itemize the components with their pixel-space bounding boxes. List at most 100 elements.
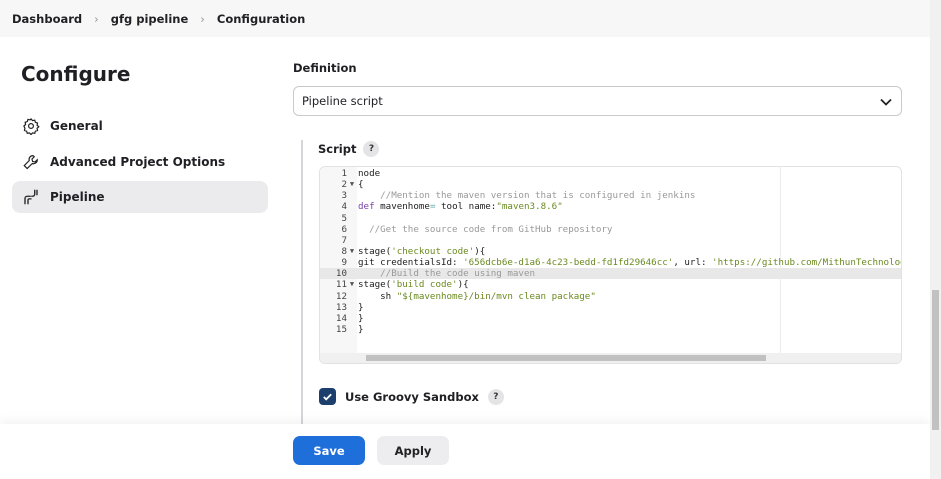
code-token: } [358,301,364,313]
sandbox-label[interactable]: Use Groovy Sandbox [345,390,479,404]
apply-button[interactable]: Apply [377,436,449,465]
bottom-action-bar [0,424,930,479]
line-number: 11 [335,279,347,291]
wrench-icon [23,154,38,169]
code-token: mavenhome [374,201,430,213]
code-lines[interactable]: 1 node 2 ▼{3 //Mention the maven version th… [320,168,901,335]
code-token: , url: [673,257,713,269]
code-token: git credentialsId: [358,257,464,269]
scrollbar-thumb[interactable] [932,290,939,430]
code-line[interactable]: 8 ▼ stage('checkout code'){ [320,246,901,257]
sidebar-item-label: Pipeline [50,190,105,204]
code-line[interactable]: 7 [320,235,901,246]
sidebar-item-label: General [50,119,103,133]
code-token: //Mention the maven version that is conf… [358,190,696,202]
code-token: 'build code' [391,279,458,291]
code-line[interactable]: 5 [320,213,901,224]
code-token: { [358,179,364,191]
code-text: stage('checkout code'){ [357,246,485,257]
breadcrumb-dashboard[interactable]: Dashboard [12,12,82,26]
code-text: } [357,302,364,313]
code-line[interactable]: 11 ▼ stage('build code'){ [320,279,901,290]
line-number: 12 [335,290,347,302]
code-token: tool name: [435,201,497,213]
code-line[interactable]: 1 node [320,168,901,179]
fold-arrow-icon[interactable]: ▼ [347,246,357,257]
code-token: '656dcb6e-d1a6-4c23-bedd-fd1fd29646cc' [463,257,674,269]
code-token: "maven3.8.6" [496,201,563,213]
code-line[interactable]: 15} [320,324,901,335]
code-token: //Build the code using maven [358,268,536,280]
definition-select[interactable]: Pipeline script [293,86,902,116]
code-token: def [358,201,375,213]
line-number: 1 [341,168,347,179]
code-line[interactable]: 10 //Build the code using maven [320,268,901,280]
scrollbar-thumb[interactable] [366,355,766,361]
definition-label: Definition [293,61,357,75]
checkmark-icon [323,393,332,401]
code-text: //Get the source code from GitHub reposi… [357,224,612,235]
line-number: 8 [341,245,347,257]
code-token: ){ [457,279,469,291]
help-icon[interactable]: ? [487,388,504,405]
code-token: "${mavenhome}/bin/mvn clean package" [396,290,596,302]
script-editor[interactable]: 1 node 2 ▼{3 //Mention the maven version th… [319,166,902,364]
code-line[interactable]: 14} [320,313,901,324]
code-token: stage( [358,245,392,257]
fold-arrow-icon[interactable]: ▼ [347,279,357,290]
gear-icon [23,117,40,135]
line-number: 3 [341,190,347,202]
code-token: //Get the source code from GitHub reposi… [358,223,613,235]
code-line[interactable]: 4 def mavenhome= tool name:"maven3.8.6" [320,201,901,212]
code-line[interactable]: 9 git credentialsId: '656dcb6e-d1a6-4c23-… [320,257,901,268]
script-label: Script [318,142,357,156]
sidebar-item-label: Advanced Project Options [50,154,226,169]
code-token: node [358,168,381,179]
code-text: //Build the code using maven [357,268,535,279]
sidebar-item-advanced[interactable]: Advanced Project Options [12,146,268,178]
line-number: 7 [341,234,347,246]
code-line[interactable]: 13} [320,302,901,313]
help-icon[interactable]: ? [363,141,380,157]
breadcrumb-configuration[interactable]: Configuration [217,12,305,26]
chevron-right-icon: › [200,11,205,26]
code-token: stage( [358,279,392,291]
code-token: ){ [474,245,486,257]
code-line[interactable]: 2 ▼{ [320,179,901,190]
horizontal-scrollbar[interactable] [320,353,901,363]
chevron-down-icon [880,98,892,106]
sandbox-checkbox[interactable] [319,388,336,405]
code-line[interactable]: 6 //Get the source code from GitHub repo… [320,224,901,235]
save-button[interactable]: Save [293,436,365,465]
fold-arrow-icon[interactable]: ▼ [347,179,357,190]
line-number: 14 [335,312,347,324]
code-line[interactable]: 12 sh "${mavenhome}/bin/mvn clean packag… [320,291,901,302]
breadcrumb-job[interactable]: gfg pipeline [111,12,189,26]
code-text: def mavenhome= tool name:"maven3.8.6" [357,201,563,212]
code-token: } [358,323,364,335]
line-number: 6 [341,223,347,235]
groovy-sandbox-option: Use Groovy Sandbox ? [319,388,504,405]
code-text: sh "${mavenhome}/bin/mvn clean package" [357,291,596,302]
line-number: 2 [341,179,347,191]
line-number: 15 [335,323,347,335]
line-number: 10 [335,268,347,280]
code-text: stage('build code'){ [357,279,469,290]
code-line[interactable]: 3 //Mention the maven version that is co… [320,190,901,201]
chevron-right-icon: › [94,11,99,26]
code-text: { [357,179,364,190]
page-scrollbar[interactable] [930,0,941,479]
sidebar-item-general[interactable]: General [12,110,268,142]
code-text: git credentialsId: '656dcb6e-d1a6-4c23-b… [357,257,901,269]
sidebar-item-pipeline[interactable]: Pipeline [12,181,268,213]
breadcrumb: Dashboard › gfg pipeline › Configuration [0,0,930,37]
